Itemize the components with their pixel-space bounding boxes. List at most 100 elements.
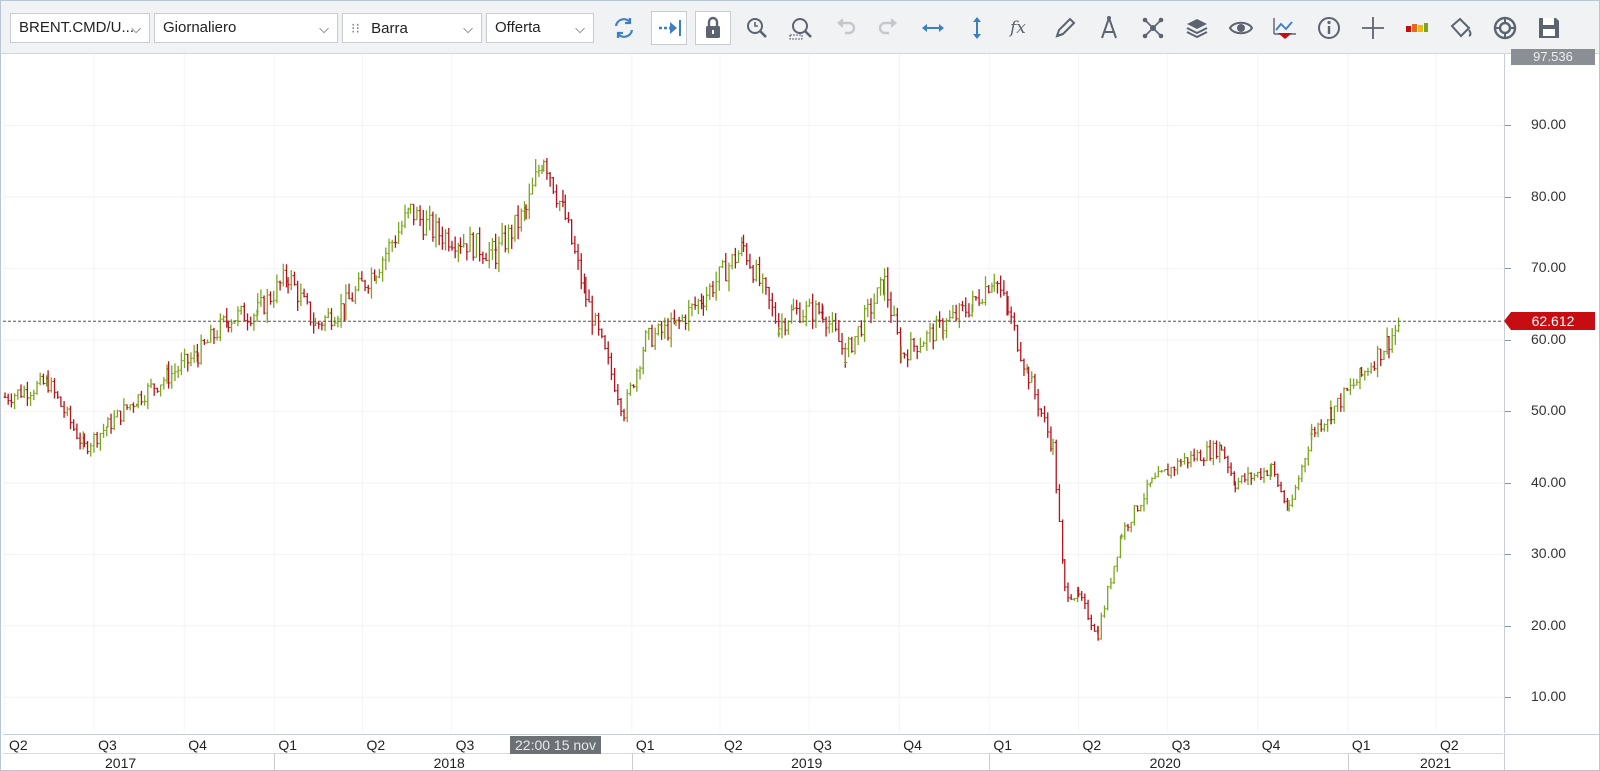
price-bar	[840, 332, 844, 355]
price-bar	[1036, 388, 1040, 417]
price-bar	[437, 217, 441, 246]
price-chart[interactable]	[3, 54, 1503, 733]
price-bar	[431, 211, 435, 242]
price-bar	[1061, 519, 1065, 564]
paint-button[interactable]	[1443, 11, 1479, 45]
redo-button[interactable]	[871, 11, 907, 45]
price-bar	[1397, 317, 1401, 333]
price-bar	[1319, 419, 1323, 432]
chevron-down-icon: ⌵	[131, 21, 141, 36]
horizontal-stretch-button[interactable]	[915, 11, 951, 45]
layers-icon	[1186, 19, 1208, 39]
price-bar	[1066, 582, 1070, 603]
network-objects-icon	[1142, 17, 1164, 39]
price-bar	[115, 409, 119, 418]
price-bar	[767, 286, 771, 310]
refresh-button[interactable]	[606, 11, 642, 45]
price-bar	[992, 273, 996, 292]
price-bar	[573, 235, 577, 254]
autoscroll-button[interactable]	[651, 11, 687, 45]
crosshair-button[interactable]	[1355, 11, 1391, 45]
price-bar	[948, 310, 952, 322]
indicators-fx-icon: fx	[1008, 18, 1026, 38]
alerts-button[interactable]	[1267, 11, 1303, 45]
lock-button[interactable]	[695, 11, 731, 45]
year-label: 2020	[1149, 755, 1181, 771]
price-bar	[758, 256, 762, 287]
volume-colors-button[interactable]	[1399, 11, 1435, 45]
price-bar	[1223, 446, 1227, 460]
price-bar	[527, 183, 531, 219]
quarter-label: Q3	[1171, 737, 1191, 753]
price-bar	[317, 321, 321, 329]
price-bar	[761, 273, 765, 294]
chart-type-select[interactable]: ⁝⁝ Barra ⌵	[342, 13, 482, 43]
price-bar	[353, 285, 357, 305]
price-bar	[397, 221, 401, 244]
paint-bucket-icon	[1450, 17, 1472, 38]
info-button[interactable]	[1311, 11, 1347, 45]
price-bar	[1092, 623, 1096, 632]
price-bar	[1160, 469, 1164, 473]
zoom-time-button[interactable]	[739, 11, 775, 45]
visibility-button[interactable]	[1223, 11, 1259, 45]
price-bar	[199, 334, 203, 365]
price-bar	[308, 301, 312, 326]
price-bar	[513, 214, 517, 242]
price-bar	[122, 398, 126, 422]
vertical-stretch-button[interactable]	[959, 11, 995, 45]
price-bar	[696, 298, 700, 315]
price-bar	[415, 206, 419, 221]
price-bar	[804, 301, 808, 327]
price-bar	[313, 317, 317, 327]
price-bar	[170, 365, 174, 389]
undo-button[interactable]	[827, 11, 863, 45]
price-bar	[875, 287, 879, 304]
price-bar	[1262, 467, 1266, 483]
price-bar	[25, 381, 29, 406]
price-bar	[733, 247, 737, 269]
price-bar	[16, 389, 20, 400]
theme-button[interactable]	[1487, 11, 1523, 45]
price-bar	[1002, 280, 1006, 296]
price-bar	[1186, 457, 1190, 469]
price-bar	[424, 210, 428, 236]
price-bar	[13, 393, 17, 410]
price-bar	[242, 302, 246, 322]
price-bar	[38, 372, 42, 386]
price-side-select[interactable]: Offerta ⌵	[486, 13, 594, 43]
objects-button[interactable]	[1135, 11, 1171, 45]
fibonacci-button[interactable]	[1091, 11, 1127, 45]
price-bar	[1019, 342, 1023, 362]
price-bar	[1303, 457, 1307, 473]
price-side-select-label: Offerta	[495, 19, 541, 36]
y-tick-mark	[1505, 482, 1511, 484]
price-bar	[1273, 461, 1277, 477]
axis-top-value: 97.536	[1511, 49, 1595, 65]
price-bar	[1049, 426, 1053, 452]
layers-button[interactable]	[1179, 11, 1215, 45]
period-select[interactable]: Giornaliero ⌵	[154, 13, 338, 43]
price-bar	[453, 236, 457, 259]
price-bar	[1132, 504, 1136, 526]
zoom-area-button[interactable]	[783, 11, 819, 45]
price-bar	[474, 233, 478, 258]
price-bar	[1039, 408, 1043, 417]
price-axis[interactable]: 97.536 62.612 10.00 20.00 30.00 40.00 50.00 6…	[1504, 49, 1599, 733]
price-bar	[239, 305, 243, 315]
price-bar	[1129, 521, 1133, 533]
save-button[interactable]	[1531, 11, 1567, 45]
price-bar	[984, 276, 988, 306]
price-bar	[92, 432, 96, 453]
time-axis[interactable]: 22:00 15 nov Q2 Q3 Q4 Q1 Q2 Q3 Q1 Q2 Q3 Q4 Q1 Q2 Q3 Q…	[3, 734, 1503, 771]
indicators-button[interactable]: fx	[1003, 11, 1039, 45]
price-bar	[619, 397, 623, 417]
price-bar	[450, 240, 454, 251]
price-bar	[931, 323, 935, 350]
fibonacci-compass-icon	[1101, 16, 1117, 39]
instrument-select[interactable]: BRENT.CMD/U... ⌵	[10, 13, 150, 43]
price-bar	[700, 293, 704, 310]
price-bar	[252, 313, 256, 331]
draw-button[interactable]	[1047, 11, 1083, 45]
price-bar	[1166, 463, 1170, 476]
